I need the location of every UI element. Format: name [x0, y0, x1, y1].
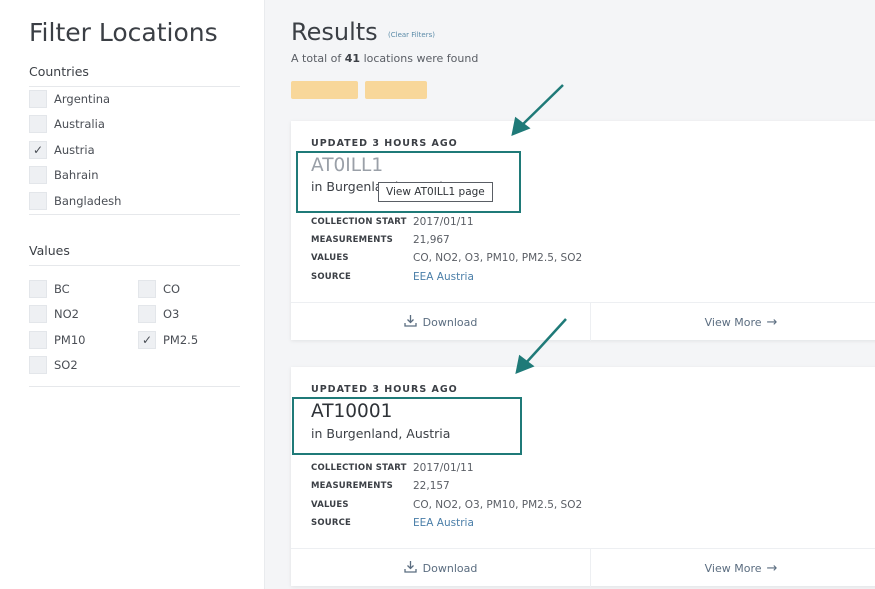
annotation-arrows	[511, 84, 567, 375]
annotation-arrow-line	[520, 84, 564, 127]
annotation-arrow-line	[524, 318, 567, 365]
